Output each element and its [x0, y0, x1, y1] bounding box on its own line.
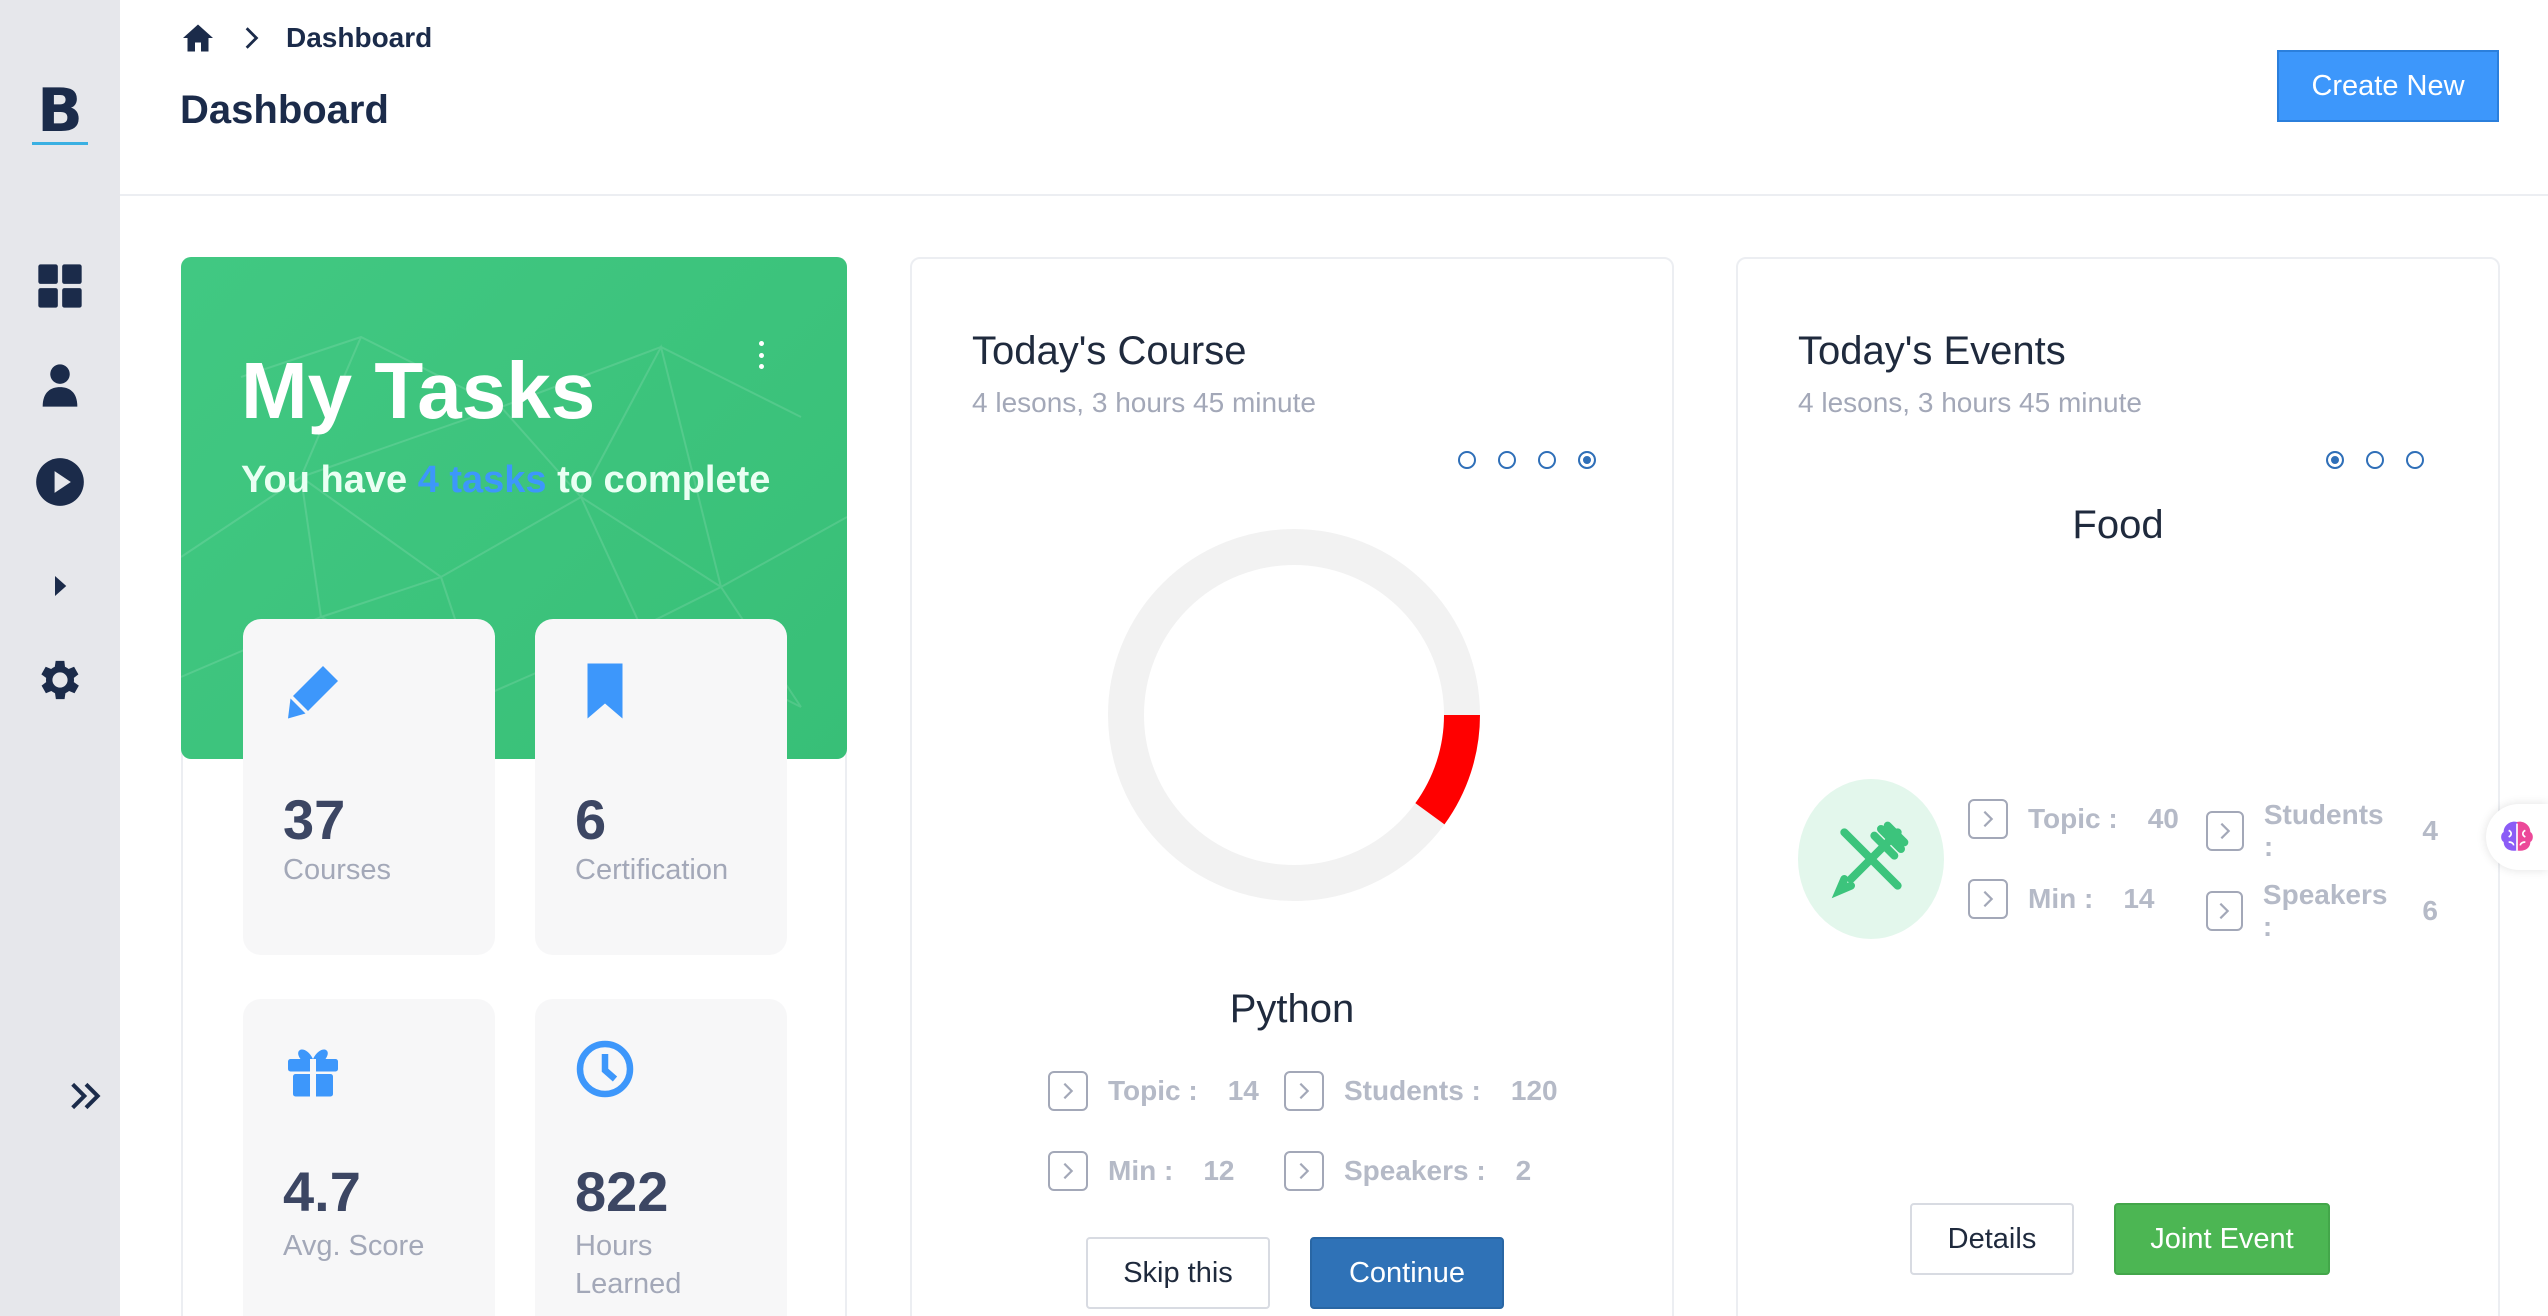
stat-hours-learned: 822 Hours Learned — [535, 999, 787, 1316]
stat-certification: 6 Certification — [535, 619, 787, 955]
stat-avg-score: 4.7 Avg. Score — [243, 999, 495, 1316]
double-chevron-right-icon[interactable] — [56, 1066, 116, 1126]
carousel-dot[interactable] — [2406, 451, 2424, 469]
pen-icon — [283, 661, 343, 721]
card-title: Today's Course — [972, 329, 1247, 373]
gear-icon[interactable] — [30, 650, 90, 710]
meta-topic: Topic :40 — [1968, 799, 2179, 839]
chevron-box-icon — [2206, 811, 2244, 851]
meta-speakers: Speakers :6 — [2206, 879, 2438, 943]
carousel-dot[interactable] — [2366, 451, 2384, 469]
stat-label: Hours Learned — [575, 1230, 682, 1300]
stat-value: 37 — [283, 788, 346, 851]
donut-progress-arc — [1415, 714, 1480, 825]
stat-value: 4.7 — [283, 1160, 361, 1223]
stat-value: 6 — [575, 788, 607, 851]
dashboard-grid-icon[interactable] — [30, 256, 90, 316]
carousel-dot[interactable] — [1578, 451, 1596, 469]
todays-course-card: Today's Course 4 lesons, 3 hours 45 minu… — [910, 257, 1674, 1316]
card-subtitle: 4 lesons, 3 hours 45 minute — [1798, 387, 2142, 418]
page-title: Dashboard — [180, 88, 389, 132]
gift-icon — [283, 1039, 343, 1099]
app-logo[interactable]: B — [30, 81, 90, 141]
chevron-box-icon — [2206, 891, 2243, 931]
continue-button[interactable]: Continue — [1310, 1237, 1504, 1309]
create-new-button[interactable]: Create New — [2277, 50, 2499, 122]
stat-label: Courses — [283, 854, 391, 886]
carousel-dot[interactable] — [1538, 451, 1556, 469]
sidebar: B — [0, 0, 120, 1316]
fork-knife-icon — [1798, 779, 1944, 939]
stat-courses: 37 Courses — [243, 619, 495, 955]
meta-min: Min :14 — [1968, 879, 2154, 919]
breadcrumb: Dashboard — [180, 18, 432, 58]
stat-label: Certification — [575, 854, 729, 886]
chevron-box-icon — [1284, 1151, 1324, 1191]
join-event-button[interactable]: Joint Event — [2114, 1203, 2330, 1275]
bookmark-icon — [575, 661, 635, 721]
brain-icon[interactable] — [2486, 804, 2548, 870]
chevron-right-icon — [245, 27, 259, 49]
todays-events-card: Today's Events 4 lesons, 3 hours 45 minu… — [1736, 257, 2500, 1316]
meta-topic: Topic :14 — [1048, 1071, 1259, 1111]
event-name: Food — [2072, 503, 2164, 547]
donut-track — [1108, 529, 1480, 901]
play-circle-icon[interactable] — [30, 452, 90, 512]
meta-students: Students :120 — [1284, 1071, 1558, 1111]
carousel-dots — [2326, 451, 2424, 469]
skip-button[interactable]: Skip this — [1086, 1237, 1270, 1309]
meta-students: Students :4 — [2206, 799, 2438, 863]
meta-min: Min :12 — [1048, 1151, 1234, 1191]
carousel-dot[interactable] — [1498, 451, 1516, 469]
caret-right-icon[interactable] — [30, 556, 90, 616]
chevron-box-icon — [1048, 1071, 1088, 1111]
carousel-dot[interactable] — [2326, 451, 2344, 469]
stat-label: Avg. Score — [283, 1230, 425, 1262]
chevron-box-icon — [1048, 1151, 1088, 1191]
logo-underline — [32, 142, 88, 145]
chevron-box-icon — [1968, 879, 2008, 919]
breadcrumb-current[interactable]: Dashboard — [286, 22, 432, 54]
chevron-box-icon — [1284, 1071, 1324, 1111]
event-meta: Topic :40 Students :4 Min :14 Speakers :… — [1968, 779, 2438, 979]
page-header: Dashboard Dashboard Create New — [120, 0, 2548, 196]
progress-donut — [1108, 529, 1480, 901]
chevron-box-icon — [1968, 799, 2008, 839]
tasks-subtitle: You have 4 tasks to complete — [241, 459, 771, 501]
card-subtitle: 4 lesons, 3 hours 45 minute — [972, 387, 1316, 418]
clock-icon — [575, 1039, 635, 1099]
home-icon[interactable] — [180, 20, 216, 56]
details-button[interactable]: Details — [1910, 1203, 2074, 1275]
course-name: Python — [1229, 987, 1355, 1031]
more-options-icon[interactable] — [751, 337, 771, 373]
stat-value: 822 — [575, 1160, 669, 1223]
carousel-dot[interactable] — [1458, 451, 1476, 469]
tasks-count-link[interactable]: 4 tasks — [418, 459, 547, 501]
user-icon[interactable] — [30, 355, 90, 415]
card-title: Today's Events — [1798, 329, 2066, 373]
my-tasks-card: My Tasks You have 4 tasks to complete 37… — [181, 257, 847, 1316]
meta-speakers: Speakers :2 — [1284, 1151, 1531, 1191]
tasks-title: My Tasks — [241, 346, 596, 435]
carousel-dots — [1458, 451, 1596, 469]
